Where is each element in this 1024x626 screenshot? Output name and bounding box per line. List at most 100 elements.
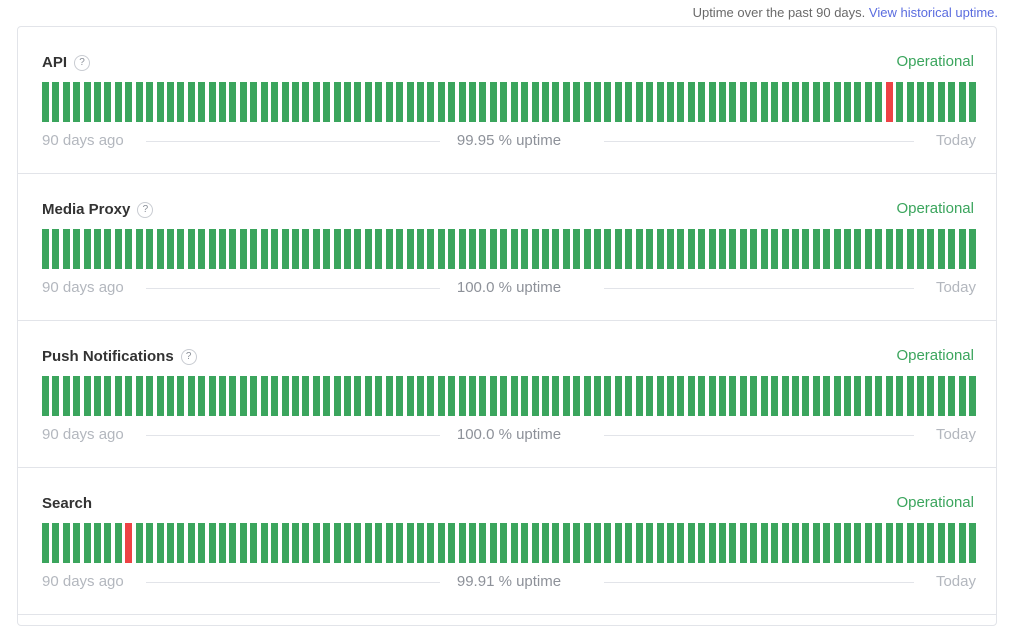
uptime-day-bar[interactable] (802, 523, 810, 563)
uptime-day-bar[interactable] (510, 523, 518, 563)
uptime-day-bar[interactable] (791, 82, 799, 122)
uptime-day-bar[interactable] (271, 229, 279, 269)
uptime-day-bar[interactable] (281, 376, 289, 416)
uptime-day-bar[interactable] (719, 376, 727, 416)
uptime-day-bar[interactable] (625, 376, 633, 416)
uptime-day-bar[interactable] (229, 523, 237, 563)
help-icon[interactable]: ? (74, 55, 91, 71)
uptime-day-bar[interactable] (614, 376, 622, 416)
uptime-day-bar[interactable] (469, 376, 477, 416)
uptime-day-bar[interactable] (385, 229, 393, 269)
uptime-day-bar[interactable] (260, 376, 268, 416)
uptime-day-bar[interactable] (791, 376, 799, 416)
uptime-day-bar[interactable] (854, 229, 862, 269)
uptime-day-bar[interactable] (479, 82, 487, 122)
uptime-day-bar[interactable] (229, 82, 237, 122)
uptime-day-bar[interactable] (364, 376, 372, 416)
uptime-day-bar[interactable] (937, 523, 945, 563)
uptime-day-bar[interactable] (229, 376, 237, 416)
uptime-day-bar[interactable] (552, 376, 560, 416)
uptime-day-bar[interactable] (573, 523, 581, 563)
uptime-day-bar[interactable] (771, 82, 779, 122)
uptime-day-bar[interactable] (500, 82, 508, 122)
uptime-day-bar-outage[interactable] (885, 82, 893, 122)
uptime-day-bar[interactable] (916, 82, 924, 122)
uptime-day-bar[interactable] (844, 229, 851, 269)
uptime-day-bar[interactable] (114, 523, 122, 563)
uptime-day-bar[interactable] (239, 523, 247, 563)
uptime-day-bar[interactable] (823, 82, 831, 122)
uptime-day-bar[interactable] (927, 523, 935, 563)
uptime-day-bar[interactable] (687, 229, 695, 269)
uptime-day-bar[interactable] (802, 376, 810, 416)
uptime-day-bar[interactable] (864, 229, 872, 269)
uptime-day-bar[interactable] (791, 229, 799, 269)
uptime-day-bar[interactable] (958, 376, 966, 416)
uptime-day-bar[interactable] (427, 523, 435, 563)
uptime-day-bar[interactable] (323, 376, 331, 416)
uptime-day-bar[interactable] (812, 523, 820, 563)
uptime-day-bar[interactable] (614, 82, 622, 122)
uptime-day-bar[interactable] (385, 376, 393, 416)
uptime-day-bar[interactable] (510, 229, 518, 269)
uptime-day-bar[interactable] (583, 229, 591, 269)
uptime-day-bar[interactable] (427, 229, 435, 269)
uptime-day-bar[interactable] (916, 523, 924, 563)
uptime-day-bar[interactable] (114, 376, 122, 416)
uptime-day-bar[interactable] (541, 523, 549, 563)
uptime-day-bar[interactable] (73, 523, 81, 563)
uptime-day-bar[interactable] (42, 229, 49, 269)
uptime-day-bar[interactable] (260, 523, 268, 563)
uptime-day-bar[interactable] (844, 523, 851, 563)
uptime-day-bar[interactable] (562, 523, 570, 563)
uptime-day-bar[interactable] (291, 376, 299, 416)
uptime-day-bar-outage[interactable] (125, 523, 133, 563)
uptime-day-bar[interactable] (729, 523, 737, 563)
uptime-day-bar[interactable] (698, 229, 706, 269)
uptime-day-bar[interactable] (156, 376, 164, 416)
uptime-day-bar[interactable] (62, 523, 70, 563)
uptime-day-bar[interactable] (375, 82, 383, 122)
uptime-day-bar[interactable] (406, 82, 414, 122)
uptime-day-bar[interactable] (458, 82, 466, 122)
uptime-day-bar[interactable] (541, 229, 549, 269)
uptime-day-bar[interactable] (833, 229, 841, 269)
uptime-day-bar[interactable] (375, 376, 383, 416)
uptime-day-bar[interactable] (156, 229, 164, 269)
uptime-day-bar[interactable] (604, 376, 612, 416)
uptime-day-bar[interactable] (166, 229, 174, 269)
uptime-day-bar[interactable] (948, 523, 956, 563)
uptime-day-bar[interactable] (458, 376, 466, 416)
uptime-day-bar[interactable] (969, 82, 976, 122)
uptime-day-bar[interactable] (83, 229, 91, 269)
uptime-day-bar[interactable] (479, 229, 487, 269)
uptime-day-bar[interactable] (344, 523, 352, 563)
uptime-day-bar[interactable] (646, 376, 654, 416)
uptime-day-bar[interactable] (583, 523, 591, 563)
uptime-day-bar[interactable] (760, 82, 768, 122)
uptime-day-bar[interactable] (42, 376, 49, 416)
uptime-day-bar[interactable] (666, 376, 674, 416)
uptime-day-bar[interactable] (104, 376, 112, 416)
uptime-day-bar[interactable] (312, 376, 320, 416)
uptime-day-bar[interactable] (448, 376, 456, 416)
uptime-day-bar[interactable] (42, 82, 49, 122)
uptime-day-bar[interactable] (333, 82, 341, 122)
uptime-day-bar[interactable] (802, 82, 810, 122)
uptime-day-bar[interactable] (52, 523, 60, 563)
uptime-day-bar[interactable] (896, 523, 904, 563)
uptime-day-bar[interactable] (677, 82, 685, 122)
uptime-day-bar[interactable] (291, 229, 299, 269)
uptime-day-bar[interactable] (104, 229, 112, 269)
uptime-day-bar[interactable] (521, 523, 529, 563)
uptime-day-bar[interactable] (125, 229, 133, 269)
uptime-day-bar[interactable] (635, 82, 643, 122)
uptime-day-bar[interactable] (927, 82, 935, 122)
uptime-day-bar[interactable] (187, 376, 195, 416)
uptime-day-bar[interactable] (250, 82, 258, 122)
uptime-day-bar[interactable] (344, 82, 352, 122)
uptime-day-bar[interactable] (198, 229, 206, 269)
uptime-day-bar[interactable] (208, 376, 216, 416)
uptime-day-bar[interactable] (52, 82, 60, 122)
uptime-day-bar[interactable] (760, 229, 768, 269)
